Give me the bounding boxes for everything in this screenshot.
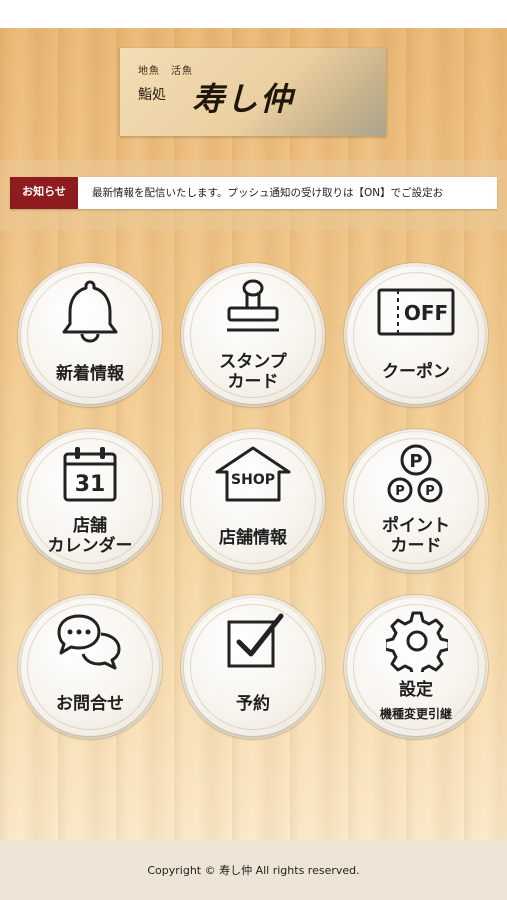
point-text-large: P [409, 451, 422, 472]
point-text-left: P [395, 484, 405, 499]
menu-label-line2: カード [227, 372, 279, 392]
menu-label: クーポン [382, 362, 450, 382]
news-ticker[interactable]: お知らせ 最新情報を配信いたします。プッシュ通知の受け取りは【ON】でご設定お [10, 177, 497, 209]
copyright-text: Copyright © 寿し仲 All rights reserved. [147, 864, 360, 877]
menu-label: お問合せ [56, 694, 124, 714]
menu-label: 新着情報 [56, 364, 124, 384]
menu-new-info[interactable]: 新着情報 [21, 266, 159, 404]
menu-label-line2: カード [390, 536, 442, 556]
menu-shop-info[interactable]: SHOP 店舗情報 [184, 432, 322, 570]
chat-bubbles-icon [57, 614, 121, 670]
shop-icon: SHOP [215, 446, 291, 502]
menu-settings[interactable]: 設定 機種変更引継 [347, 598, 485, 736]
coupon-off-icon: OFF [377, 288, 455, 336]
bell-icon [62, 280, 118, 343]
stamp-icon [227, 279, 279, 332]
menu-point-card[interactable]: P P P ポイント カード [347, 432, 485, 570]
coupon-off-text: OFF [404, 301, 448, 325]
footer: Copyright © 寿し仲 All rights reserved. [0, 840, 507, 900]
calendar-icon: 31 [63, 447, 117, 502]
menu-label: 店舗情報 [219, 528, 287, 548]
logo-category: 鮨処 [138, 87, 166, 103]
menu-label-line2: 機種変更引継 [379, 707, 452, 721]
menu-reservation[interactable]: 予約 [184, 598, 322, 736]
calendar-day-text: 31 [75, 472, 106, 497]
points-icon: P P P [387, 444, 443, 503]
news-label: お知らせ [10, 177, 78, 209]
logo-brand: 寿し仲 [192, 80, 295, 118]
point-text-right: P [425, 484, 435, 499]
menu-label: 設定 [399, 680, 433, 700]
status-bar [0, 0, 507, 28]
menu-contact[interactable]: お問合せ [21, 598, 159, 736]
shop-logo: 地魚 活魚 鮨処 寿し仲 [120, 48, 386, 136]
menu-shop-calendar[interactable]: 31 店舗 カレンダー [21, 432, 159, 570]
logo-subtitle: 地魚 活魚 [138, 66, 193, 77]
news-text: 最新情報を配信いたします。プッシュ通知の受け取りは【ON】でご設定お [92, 187, 444, 199]
menu-label: スタンプ [219, 352, 287, 372]
menu-label: 店舗 [73, 516, 107, 536]
menu-label: ポイント [382, 516, 450, 536]
shop-sign-text: SHOP [231, 472, 275, 488]
menu-label-line2: カレンダー [47, 536, 133, 556]
checkbox-icon [227, 613, 284, 668]
gear-icon [386, 611, 448, 672]
menu-stamp-card[interactable]: スタンプ カード [184, 266, 322, 404]
menu-coupon[interactable]: OFF クーポン [347, 266, 485, 404]
menu-label: 予約 [236, 694, 270, 714]
